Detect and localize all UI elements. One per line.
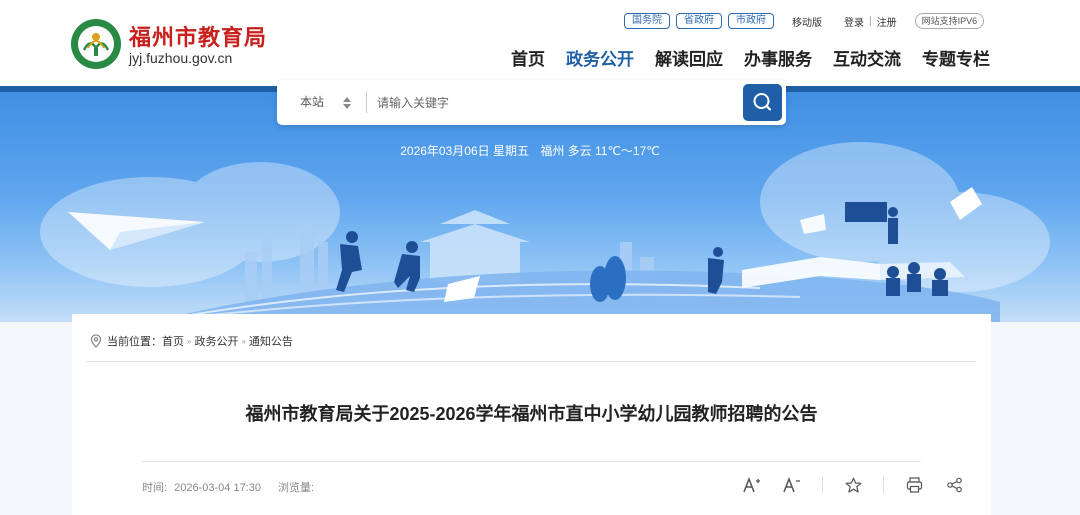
main-nav: 首页 政务公开 解读回应 办事服务 互动交流 专题专栏 xyxy=(511,49,990,71)
search-icon xyxy=(753,93,772,111)
date-weather: 2026年03月06日 星期五 福州 多云 11℃～17℃ xyxy=(0,142,1060,159)
mobile-version-link[interactable]: 移动版 xyxy=(792,14,822,29)
ipv6-badge: 网站支持IPV6 xyxy=(914,13,985,29)
site-domain: jyj.fuzhou.gov.cn xyxy=(129,50,233,66)
education-bureau-logo[interactable] xyxy=(70,18,122,70)
share-icon xyxy=(946,477,962,493)
font-larger-button[interactable] xyxy=(742,476,762,494)
location-pin-icon xyxy=(90,334,102,348)
article-meta: 时间: 2026-03-04 17:30 浏览量: xyxy=(142,479,318,495)
top-links: 国务院 省政府 市政府 移动版 登录 | 注册 网站支持IPV6 xyxy=(624,12,985,30)
tools-divider xyxy=(822,477,823,493)
star-icon xyxy=(845,477,861,493)
nav-special-topics[interactable]: 专题专栏 xyxy=(922,49,990,71)
breadcrumb-separator: » xyxy=(187,336,192,346)
font-smaller-icon xyxy=(783,477,800,493)
nav-services[interactable]: 办事服务 xyxy=(744,49,812,71)
breadcrumb-notices[interactable]: 通知公告 xyxy=(249,333,293,349)
article-title: 福州市教育局关于2025-2026学年福州市直中小学幼儿园教师招聘的公告 xyxy=(245,404,818,424)
weather-info: 福州 多云 11℃～17℃ xyxy=(540,144,660,158)
search-input[interactable] xyxy=(377,91,737,115)
login-separator: | xyxy=(869,15,872,27)
gov-link-province[interactable]: 省政府 xyxy=(676,13,722,29)
breadcrumb: 当前位置： 首页 » 政务公开 » 通知公告 xyxy=(90,333,293,349)
register-link[interactable]: 注册 xyxy=(877,14,897,29)
publish-time: 2026-03-04 17:30 xyxy=(174,482,261,494)
meta-divider xyxy=(142,461,921,462)
views-label: 浏览量: xyxy=(278,482,315,494)
hero-banner: 2026年03月06日 星期五 福州 多云 11℃～17℃ xyxy=(0,92,1080,322)
print-button[interactable] xyxy=(904,476,924,494)
current-date: 2026年03月06日 星期五 xyxy=(400,144,529,158)
nav-interpretation[interactable]: 解读回应 xyxy=(655,49,723,71)
site-name[interactable]: 福州市教育局 xyxy=(129,20,267,52)
article-panel: 当前位置： 首页 » 政务公开 » 通知公告 福州市教育局关于2025-2026… xyxy=(72,314,991,515)
breadcrumb-separator: » xyxy=(241,336,246,346)
breadcrumb-divider xyxy=(86,361,976,362)
search-scope-select[interactable]: 本站 xyxy=(300,80,324,125)
banner-illustration xyxy=(40,142,1050,322)
gov-link-state-council[interactable]: 国务院 xyxy=(624,13,670,29)
search-button[interactable] xyxy=(743,84,782,121)
gov-link-city[interactable]: 市政府 xyxy=(728,13,774,29)
favorite-button[interactable] xyxy=(843,476,863,494)
search-bar: 本站 xyxy=(277,80,786,125)
share-button[interactable] xyxy=(944,476,964,494)
article-tools xyxy=(742,476,964,494)
time-label: 时间: xyxy=(142,482,168,494)
breadcrumb-government-affairs[interactable]: 政务公开 xyxy=(194,333,238,349)
font-larger-icon xyxy=(743,477,760,493)
print-icon xyxy=(906,477,922,493)
font-smaller-button[interactable] xyxy=(782,476,802,494)
search-divider xyxy=(366,92,367,113)
nav-interaction[interactable]: 互动交流 xyxy=(833,49,901,71)
nav-home[interactable]: 首页 xyxy=(511,49,545,71)
login-link[interactable]: 登录 xyxy=(844,14,864,29)
breadcrumb-label: 当前位置： xyxy=(107,336,162,348)
tools-divider xyxy=(883,477,884,493)
breadcrumb-home[interactable]: 首页 xyxy=(162,333,184,349)
updown-arrow-icon[interactable] xyxy=(343,97,351,109)
site-header: 福州市教育局 jyj.fuzhou.gov.cn 国务院 省政府 市政府 移动版… xyxy=(0,0,1080,88)
nav-government-affairs[interactable]: 政务公开 xyxy=(566,49,634,71)
